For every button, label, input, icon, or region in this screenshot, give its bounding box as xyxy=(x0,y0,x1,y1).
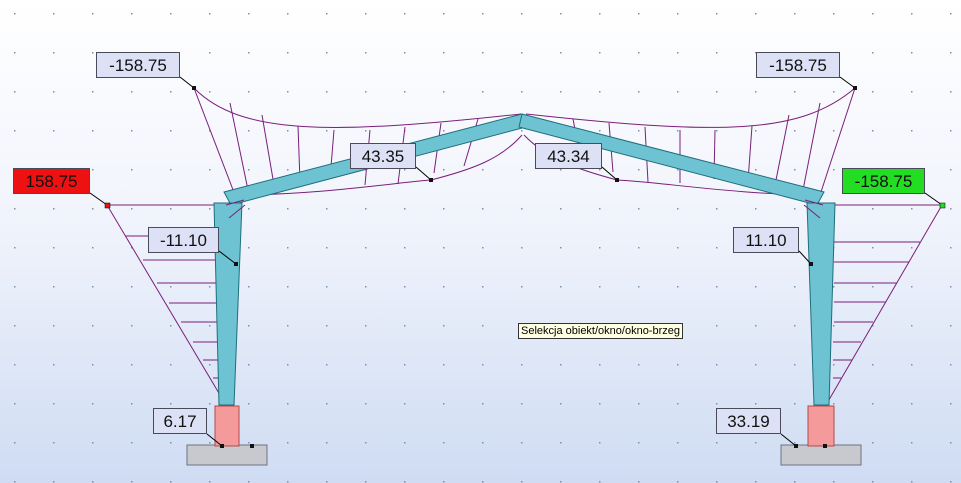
selection-tooltip: Selekcja obiekt/okno/okno-brzeg xyxy=(518,323,683,339)
left-foundation-base[interactable] xyxy=(186,444,268,466)
moment-label-base-left[interactable]: 6.17 xyxy=(153,408,207,434)
frame-members[interactable] xyxy=(213,113,836,406)
right-footing-column[interactable] xyxy=(807,405,835,447)
moment-label-top-right[interactable]: -158.75 xyxy=(756,52,840,78)
moment-label-eave-left-max[interactable]: 158.75 xyxy=(13,168,90,194)
left-footing-column[interactable] xyxy=(214,405,240,447)
right-foundation-base[interactable] xyxy=(780,444,862,466)
moment-label-eave-right-min[interactable]: -158.75 xyxy=(842,168,925,194)
moment-label-column-left[interactable]: -11.10 xyxy=(148,227,219,253)
moment-label-column-right[interactable]: 11.10 xyxy=(733,227,799,253)
moment-label-base-right[interactable]: 33.19 xyxy=(716,408,781,434)
moment-diagram-right-column xyxy=(825,204,943,406)
right-column[interactable] xyxy=(806,202,836,406)
moment-label-rafter-right[interactable]: 43.34 xyxy=(535,143,602,169)
moment-label-top-left[interactable]: -158.75 xyxy=(96,52,180,78)
moment-label-rafter-left[interactable]: 43.35 xyxy=(350,143,416,169)
